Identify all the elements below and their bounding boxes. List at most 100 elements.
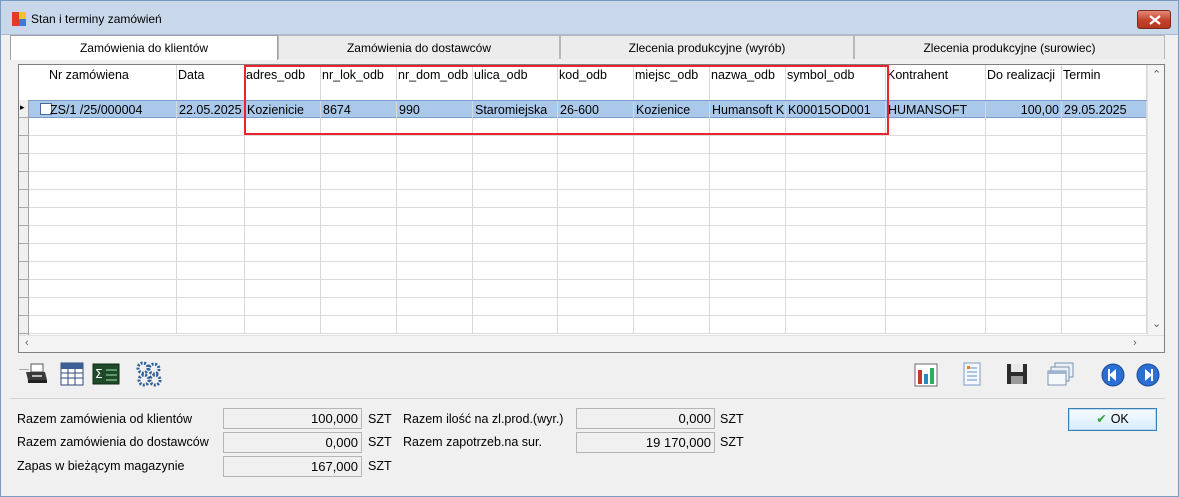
table-row[interactable] [29,118,1147,136]
printer-icon[interactable] [23,361,49,387]
table-cell [177,226,245,244]
scroll-down-icon[interactable]: ⌄ [1152,317,1161,330]
table-cell [397,154,473,172]
unit-razem-klienci: SZT [368,412,392,426]
table-cell [48,136,177,154]
column-header[interactable]: nr_dom_odb [397,65,473,100]
tab-klienci[interactable]: Zamówienia do klientów [10,35,278,60]
nav-next-icon[interactable] [1135,362,1161,388]
svg-text:Σ: Σ [95,367,103,381]
nav-prev-icon[interactable] [1100,362,1126,388]
table-cell [321,208,397,226]
column-header[interactable]: ulica_odb [473,65,558,100]
table-cell [177,262,245,280]
table-row[interactable] [29,226,1147,244]
column-header[interactable]: kod_odb [558,65,634,100]
table-cell [397,262,473,280]
gears-icon[interactable] [135,361,162,387]
table-row[interactable] [29,208,1147,226]
column-header[interactable]: miejsc_odb [634,65,710,100]
table-cell [786,298,886,316]
table-row[interactable] [29,262,1147,280]
table-cell [321,244,397,262]
row-indicator [19,208,29,226]
column-header[interactable]: symbol_odb [786,65,886,100]
table-cell [245,118,321,136]
table-cell [886,262,986,280]
table-cell [634,298,710,316]
windows-icon[interactable] [1047,361,1074,387]
table-cell [786,244,886,262]
table-row[interactable] [29,244,1147,262]
table-row[interactable] [29,298,1147,316]
column-header[interactable]: Do realizacji [986,65,1062,100]
table-cell [710,298,786,316]
label-ilosc-zl-prod: Razem ilość na zl.prod.(wyr.) [403,412,564,426]
table-cell [1062,280,1147,298]
row-indicator [19,136,29,154]
ok-button[interactable]: ✔ OK [1068,408,1157,431]
table-cell [177,190,245,208]
column-header[interactable]: Termin [1062,65,1147,100]
table-row[interactable] [29,172,1147,190]
table-cell [245,172,321,190]
sum-icon[interactable]: Σ [92,361,120,387]
table-cell [786,172,886,190]
table-row[interactable] [29,316,1147,334]
save-icon[interactable] [1004,361,1030,387]
table-cell [886,280,986,298]
table-cell [473,298,558,316]
table-cell [397,280,473,298]
row-indicator [19,316,29,334]
horizontal-scrollbar[interactable]: ‹ › [19,335,1164,352]
label-razem-klienci: Razem zamówienia od klientów [17,412,193,426]
table-cell [634,172,710,190]
table-cell [558,208,634,226]
close-button[interactable] [1137,10,1171,29]
column-header[interactable]: adres_odb [245,65,321,100]
unit-zapas: SZT [368,459,392,473]
table-cell [710,280,786,298]
grid-rows: ZS/1 /25/000004 22.05.2025 Kozienicie 8674 9… [29,100,1147,334]
table-calculator-icon[interactable] [59,361,85,387]
column-header[interactable]: nazwa_odb [710,65,786,100]
column-header[interactable]: Kontrahent [886,65,986,100]
table-cell [886,226,986,244]
table-row[interactable] [29,280,1147,298]
table-cell [986,154,1062,172]
table-cell: 100,00 [986,101,1062,119]
title-bar[interactable]: Stan i terminy zamówień [1,1,1178,35]
tab-produkcja-surowiec[interactable]: Zlecenia produkcyjne (surowiec) [854,35,1165,59]
table-cell [558,190,634,208]
table-cell [786,280,886,298]
table-row[interactable] [29,136,1147,154]
table-cell [986,244,1062,262]
vertical-scrollbar[interactable]: ⌃ ⌄ [1147,65,1164,335]
table-cell: Humansoft K [712,101,786,119]
table-row[interactable] [29,154,1147,172]
column-header[interactable]: Data [177,65,245,100]
table-cell [473,172,558,190]
table-cell [986,298,1062,316]
table-row[interactable] [29,190,1147,208]
column-header[interactable]: Nr zamówiena [48,65,177,100]
table-cell [177,316,245,334]
tab-produkcja-wyrob[interactable]: Zlecenia produkcyjne (wyrób) [560,35,854,59]
scroll-right-icon[interactable]: › [1133,337,1137,349]
table-row[interactable]: ZS/1 /25/000004 22.05.2025 Kozienicie 8674 9… [29,100,1147,119]
scroll-up-icon[interactable]: ⌃ [1152,68,1161,81]
tab-dostawcy[interactable]: Zamówienia do dostawców [278,35,560,59]
table-cell [710,172,786,190]
sheet-icon[interactable] [959,361,985,387]
divider [10,398,1165,399]
scroll-left-icon[interactable]: ‹ [25,337,29,349]
table-cell [177,244,245,262]
table-cell [177,154,245,172]
table-cell [1062,118,1147,136]
row-indicator [19,226,29,244]
table-cell [321,262,397,280]
chart-icon[interactable] [913,362,939,388]
column-header[interactable]: nr_lok_odb [321,65,397,100]
row-indicator [19,262,29,280]
table-cell [177,208,245,226]
